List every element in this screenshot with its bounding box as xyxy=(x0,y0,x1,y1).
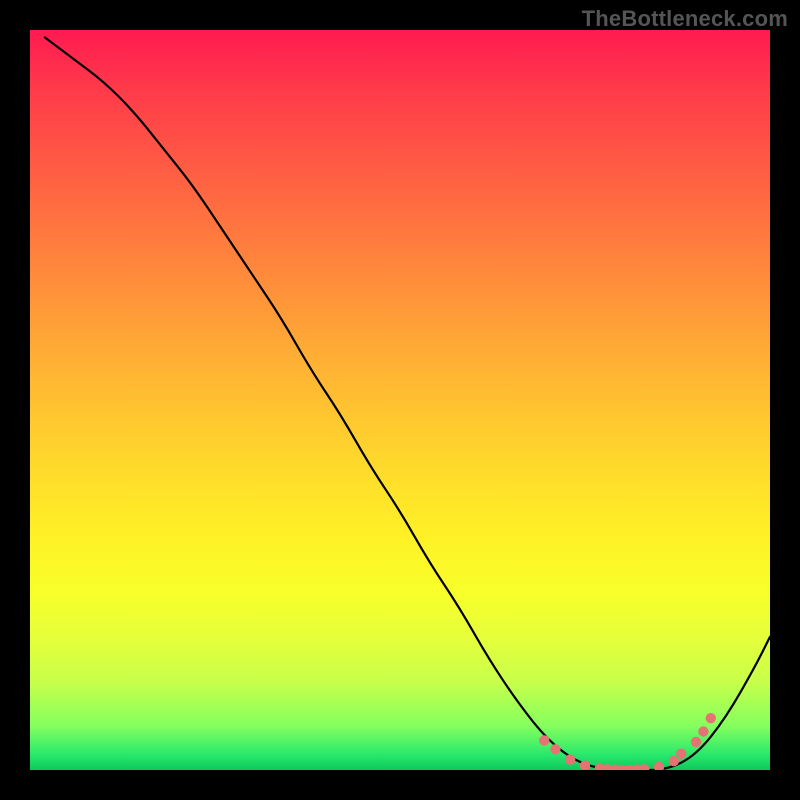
data-marker xyxy=(676,749,686,759)
watermark-text: TheBottleneck.com xyxy=(582,6,788,32)
curve-line xyxy=(45,37,770,770)
data-marker xyxy=(698,726,708,736)
data-marker xyxy=(639,764,649,770)
data-marker xyxy=(691,737,701,747)
chart-container: TheBottleneck.com xyxy=(0,0,800,800)
marker-group xyxy=(539,713,716,770)
data-marker xyxy=(669,756,679,766)
data-marker xyxy=(539,735,549,745)
data-marker xyxy=(565,754,575,764)
chart-svg xyxy=(30,30,770,770)
data-marker xyxy=(550,744,560,754)
plot-area xyxy=(30,30,770,770)
data-marker xyxy=(706,713,716,723)
data-marker xyxy=(654,762,664,770)
